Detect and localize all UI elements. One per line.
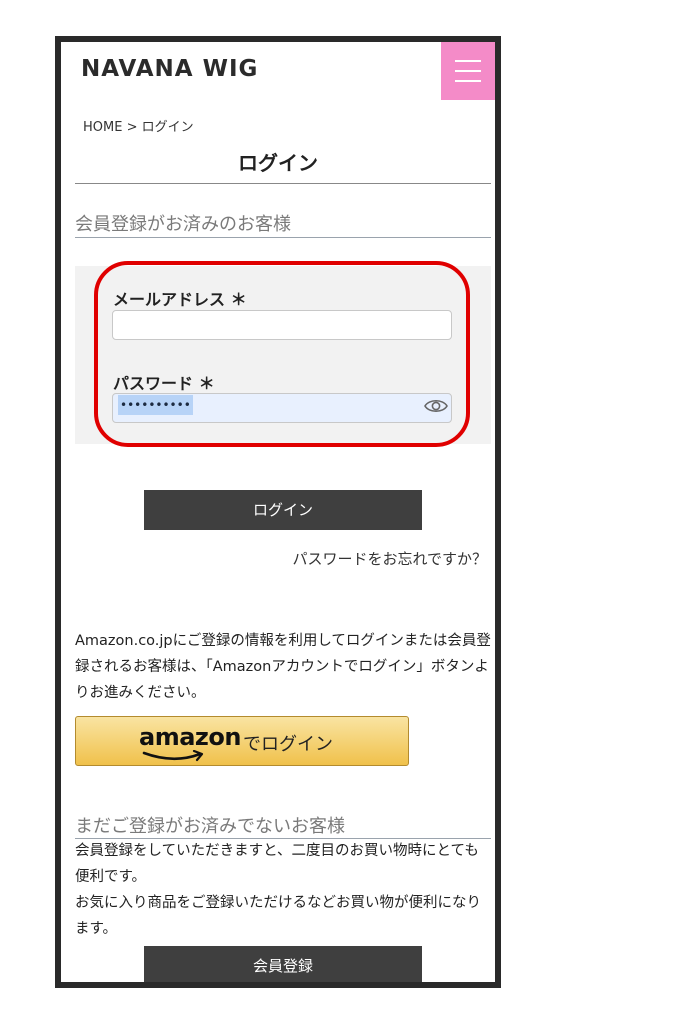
phone-frame: NAVANA WIG HOME > ログイン ログイン 会員登録がお済みのお客様… [55, 36, 501, 988]
hamburger-menu-icon [455, 60, 481, 82]
screen: NAVANA WIG HOME > ログイン ログイン 会員登録がお済みのお客様… [61, 42, 495, 982]
email-field[interactable] [112, 310, 452, 340]
menu-button[interactable] [441, 42, 495, 100]
forgot-password-link[interactable]: パスワードをお忘れですか？ [292, 548, 487, 569]
site-header: NAVANA WIG [61, 42, 495, 104]
register-section-heading: まだご登録がお済みでないお客様 [75, 816, 345, 837]
show-password-toggle[interactable] [423, 394, 449, 418]
register-text-line-1: 会員登録をしていただきますと、二度目のお買い物時にとても便利です。 [75, 843, 479, 885]
email-label: メールアドレス ＊ [113, 290, 247, 309]
site-logo[interactable]: NAVANA WIG [81, 56, 258, 82]
member-section-divider [75, 237, 491, 238]
login-button[interactable]: ログイン [144, 490, 422, 530]
password-label: パスワード ＊ [113, 374, 215, 393]
eye-icon [424, 399, 448, 413]
amazon-smile-icon [142, 750, 204, 762]
register-button[interactable]: 会員登録 [144, 946, 422, 982]
title-divider [75, 183, 491, 184]
amazon-button-label: でログイン [243, 734, 333, 755]
register-description: 会員登録をしていただきますと、二度目のお買い物時にとても便利です。 お気に入り商… [75, 838, 491, 942]
member-section-heading: 会員登録がお済みのお客様 [75, 214, 291, 235]
page-title: ログイン [238, 151, 318, 175]
amazon-login-button[interactable]: amazon でログイン [75, 716, 409, 766]
breadcrumb[interactable]: HOME > ログイン [83, 116, 194, 135]
password-masked-value: •••••••••• [118, 395, 193, 415]
amazon-login-description: Amazon.co.jpにご登録の情報を利用してログインまたは会員登録されるお客… [75, 633, 491, 701]
register-text-line-2: お気に入り商品をご登録いただけるなどお買い物が便利になります。 [75, 895, 481, 937]
amazon-logo: amazon [139, 723, 241, 751]
